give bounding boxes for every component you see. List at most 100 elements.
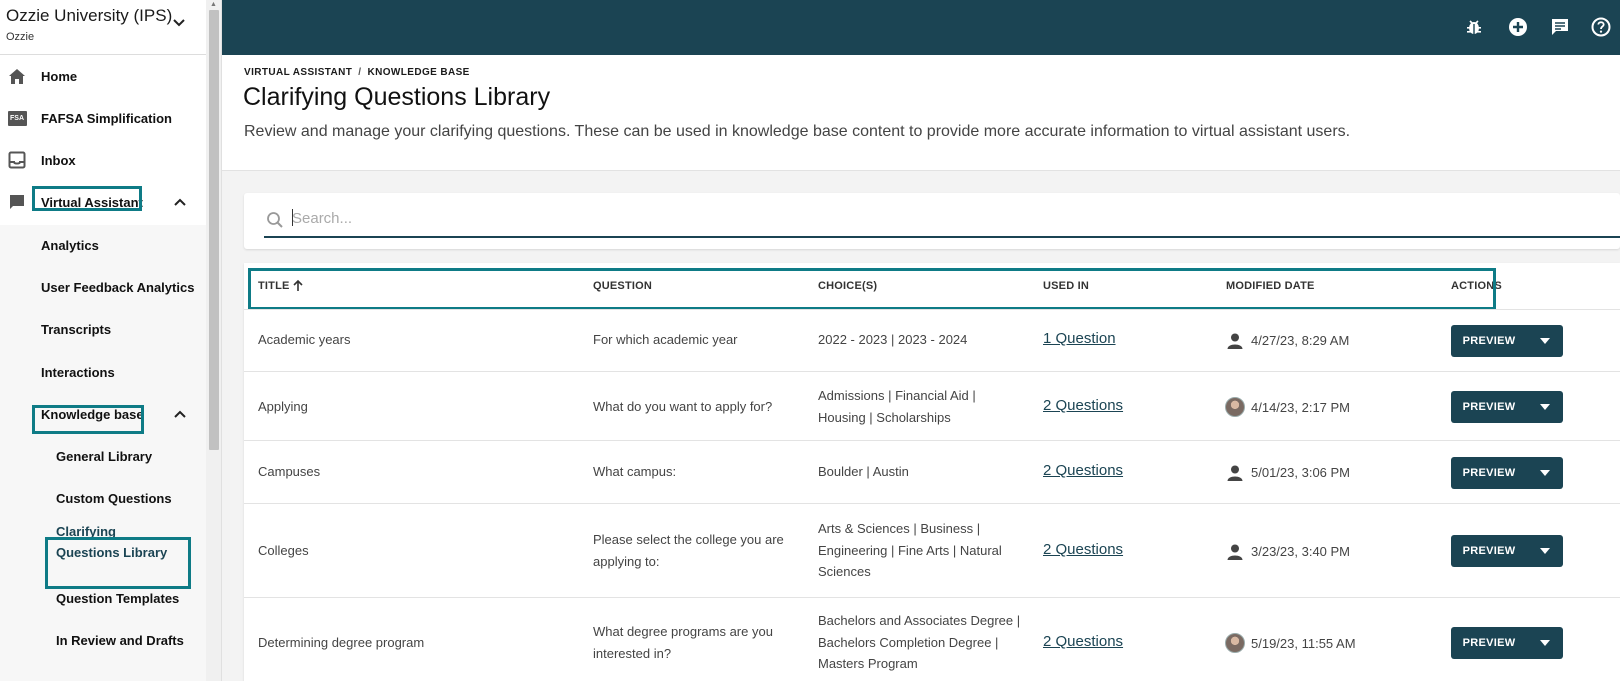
preview-button-group: PREVIEW	[1451, 627, 1563, 659]
fsa-badge-text: FSA	[7, 110, 27, 126]
highlight-box	[248, 268, 1496, 310]
sidebar-item-home[interactable]: Home	[0, 56, 206, 96]
sidebar-item-label: General Library	[56, 448, 153, 464]
sidebar-item-fafsa[interactable]: FSA FAFSA Simplification	[0, 98, 206, 138]
chevron-up-icon[interactable]	[173, 195, 187, 209]
person-icon	[1227, 333, 1243, 349]
sidebar-item-interactions[interactable]: Interactions	[0, 352, 206, 392]
search-card	[244, 193, 1620, 249]
used-in-link[interactable]: 1 Question	[1043, 330, 1116, 347]
person-icon	[1227, 465, 1243, 481]
chat-icon	[7, 192, 27, 212]
preview-button[interactable]: PREVIEW	[1451, 325, 1527, 357]
caret-down-icon[interactable]	[1527, 627, 1563, 659]
text-caret	[292, 209, 293, 226]
search-icon	[267, 212, 283, 228]
feedback-icon[interactable]	[1549, 16, 1571, 38]
virtual-assistant-submenu: Analytics User Feedback Analytics Transc…	[0, 225, 206, 681]
row-choices: 2022 - 2023 | 2023 - 2024	[818, 332, 968, 347]
org-switcher[interactable]: Ozzie University (IPS) Ozzie	[0, 0, 206, 55]
caret-down-icon[interactable]	[1527, 325, 1563, 357]
sidebar-item-general-library[interactable]: General Library	[0, 436, 206, 476]
used-in-link[interactable]: 2 Questions	[1043, 397, 1123, 414]
row-title: Applying	[258, 399, 308, 414]
caret-down-icon[interactable]	[1527, 457, 1563, 489]
row-question: Please select the college you are applyi…	[593, 532, 784, 569]
sidebar-item-label: FAFSA Simplification	[41, 110, 172, 126]
table-row[interactable]: Colleges Please select the college you a…	[244, 503, 1620, 597]
highlight-box	[32, 405, 144, 434]
row-question: What campus:	[593, 464, 677, 479]
highlight-box	[32, 186, 142, 211]
table-row[interactable]: Campuses What campus: Boulder | Austin 2…	[244, 440, 1620, 503]
add-circle-icon[interactable]	[1507, 16, 1529, 38]
sidebar-scrollbar[interactable]: ▲	[206, 0, 222, 681]
person-icon	[1227, 544, 1243, 560]
used-in-link[interactable]: 2 Questions	[1043, 462, 1123, 479]
org-subtitle: Ozzie	[6, 31, 35, 43]
sidebar-item-label: In Review and Drafts	[56, 632, 184, 648]
preview-button[interactable]: PREVIEW	[1451, 391, 1527, 423]
top-bar	[222, 0, 1620, 55]
row-choices: Bachelors and Associates Degree | Bachel…	[818, 613, 1021, 671]
org-name: Ozzie University (IPS)	[6, 6, 173, 25]
preview-button[interactable]: PREVIEW	[1451, 457, 1527, 489]
table-row[interactable]: Determining degree program What degree p…	[244, 597, 1620, 681]
modified-date: 4/14/23, 2:17 PM	[1251, 400, 1351, 415]
breadcrumb: VIRTUAL ASSISTANT / KNOWLEDGE BASE	[244, 67, 470, 78]
used-in-link[interactable]: 2 Questions	[1043, 633, 1123, 650]
sidebar-item-inbox[interactable]: Inbox	[0, 140, 206, 180]
sidebar-item-label: Home	[41, 68, 78, 84]
row-title: Colleges	[258, 543, 309, 558]
sidebar-item-label: Transcripts	[41, 321, 112, 337]
sidebar-item-label: User Feedback Analytics	[41, 279, 195, 295]
caret-down-icon[interactable]	[1527, 391, 1563, 423]
row-question: What degree programs are you interested …	[593, 624, 773, 661]
table-row[interactable]: Academic years For which academic year 2…	[244, 309, 1620, 371]
preview-button-group: PREVIEW	[1451, 535, 1563, 567]
chevron-down-icon[interactable]	[172, 16, 186, 30]
preview-button[interactable]: PREVIEW	[1451, 535, 1527, 567]
clarifying-questions-table: TITLE QUESTION CHOICE(S) USED IN MODIFIE…	[244, 263, 1620, 681]
search-underline	[264, 236, 1620, 238]
sidebar-item-transcripts[interactable]: Transcripts	[0, 309, 206, 349]
sidebar-item-label: Custom Questions	[56, 490, 172, 506]
fsa-icon: FSA	[7, 108, 27, 128]
inbox-icon	[7, 150, 27, 170]
modified-date: 3/23/23, 3:40 PM	[1251, 544, 1351, 559]
breadcrumb-separator: /	[358, 67, 362, 78]
sidebar: Ozzie University (IPS) Ozzie Home FSA FA…	[0, 0, 206, 681]
sidebar-item-label: Interactions	[41, 364, 115, 380]
home-icon	[7, 66, 27, 86]
preview-button-group: PREVIEW	[1451, 391, 1563, 423]
help-icon[interactable]	[1590, 16, 1612, 38]
modified-date: 5/01/23, 3:06 PM	[1251, 465, 1351, 480]
used-in-link[interactable]: 2 Questions	[1043, 541, 1123, 558]
breadcrumb-virtual-assistant[interactable]: VIRTUAL ASSISTANT	[244, 67, 352, 78]
sidebar-item-label: Inbox	[41, 152, 76, 168]
sidebar-item-custom-questions[interactable]: Custom Questions	[0, 478, 206, 518]
sidebar-item-analytics[interactable]: Analytics	[0, 225, 206, 265]
sidebar-item-user-feedback-analytics[interactable]: User Feedback Analytics	[0, 267, 206, 307]
row-title: Determining degree program	[258, 635, 425, 650]
scroll-up-icon[interactable]: ▲	[210, 1, 217, 8]
row-choices: Arts & Sciences | Business | Engineering…	[818, 521, 1002, 579]
row-title: Campuses	[258, 464, 321, 479]
preview-button[interactable]: PREVIEW	[1451, 627, 1527, 659]
scrollbar-thumb[interactable]	[209, 10, 219, 450]
row-title: Academic years	[258, 332, 351, 347]
row-choices: Boulder | Austin	[818, 464, 909, 479]
page-header: VIRTUAL ASSISTANT / KNOWLEDGE BASE Clarify…	[222, 55, 1620, 171]
modified-date: 4/27/23, 8:29 AM	[1251, 333, 1350, 348]
table-row[interactable]: Applying What do you want to apply for? …	[244, 371, 1620, 440]
caret-down-icon[interactable]	[1527, 535, 1563, 567]
preview-button-group: PREVIEW	[1451, 325, 1563, 357]
row-choices: Admissions | Financial Aid | Housing | S…	[818, 388, 976, 425]
sidebar-item-in-review-and-drafts[interactable]: In Review and Drafts	[0, 620, 206, 660]
chevron-up-icon[interactable]	[173, 407, 187, 421]
bug-icon[interactable]	[1463, 16, 1485, 38]
page-title: Clarifying Questions Library	[243, 83, 551, 111]
breadcrumb-knowledge-base[interactable]: KNOWLEDGE BASE	[367, 67, 469, 78]
sidebar-item-label: Analytics	[41, 237, 99, 253]
search-input[interactable]	[292, 203, 1620, 233]
